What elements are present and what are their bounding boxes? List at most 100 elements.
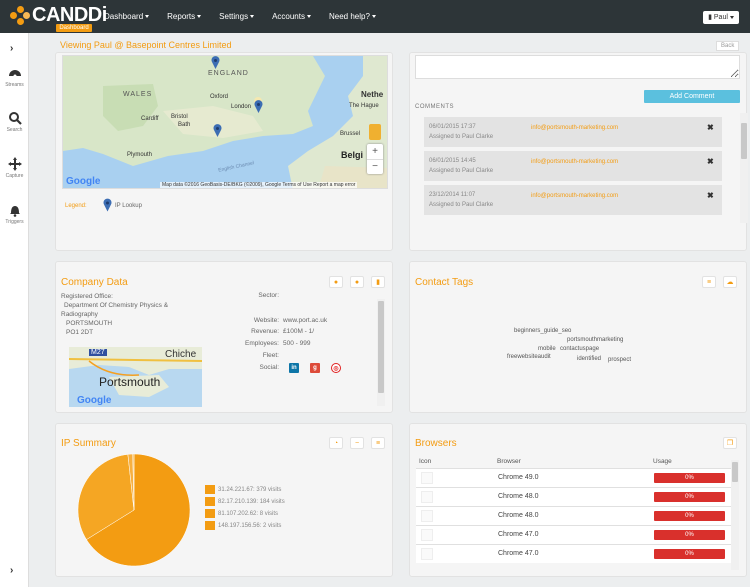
browser-icon (421, 510, 433, 522)
add-comment-button[interactable]: Add Comment (644, 90, 740, 103)
map-label: Plymouth (127, 152, 153, 158)
company-scrollbar[interactable] (377, 299, 385, 406)
bell-icon (8, 203, 22, 217)
pie-chart-icon[interactable]: ◔ (329, 437, 343, 449)
tag-item[interactable]: freewebsiteaudit (507, 354, 551, 360)
chevron-down-icon (371, 15, 376, 19)
ip-summary-title: IP Summary (61, 438, 116, 449)
legend-label: Legend: (65, 203, 87, 209)
employees-value: 500 - 999 (283, 340, 311, 347)
list-icon[interactable]: ≡ (702, 276, 716, 288)
comment-email[interactable]: info@portsmouth-marketing.com (531, 125, 618, 131)
user-menu-button[interactable]: ▮ Paul (703, 11, 739, 24)
browsers-scrollbar[interactable] (731, 460, 739, 570)
zoom-out-button[interactable]: − (367, 159, 383, 174)
google-logo: Google (66, 176, 101, 187)
close-icon[interactable]: ✖ (707, 123, 714, 132)
usage-bar: 0% (654, 492, 725, 502)
scrollbar-thumb[interactable] (741, 123, 747, 159)
chevron-down-icon (306, 15, 311, 19)
bookmark-icon[interactable]: ▮ (371, 276, 385, 288)
expand-bottom-icon[interactable]: › (10, 565, 13, 576)
map-label: The Hague (349, 103, 379, 109)
comments-scrollbar[interactable] (740, 113, 748, 223)
map-marker-icon[interactable] (254, 100, 263, 118)
contact-icon[interactable]: ● (329, 276, 343, 288)
tag-item[interactable]: portsmouthmarketing (567, 337, 623, 343)
map-marker-icon[interactable] (211, 56, 220, 74)
nav-accounts[interactable]: Accounts (272, 12, 311, 21)
table-row: Chrome 48.0 0% (416, 487, 739, 506)
logo-dots-icon (10, 6, 30, 26)
tag-item[interactable]: mobile (538, 346, 556, 352)
comment-input[interactable] (415, 55, 740, 79)
map-label: London (231, 104, 252, 110)
ip-legend-item: 148.197.156.56: 2 visits (205, 521, 281, 530)
nav-dashboard[interactable]: Dashboard (104, 12, 150, 21)
address-line: Department Of Chemistry Physics & (64, 302, 169, 309)
google-plus-icon[interactable]: g (310, 363, 320, 373)
crosshair-icon (7, 157, 22, 171)
close-icon[interactable]: ✖ (707, 157, 714, 166)
cloud-icon[interactable]: ☁ (723, 276, 737, 288)
tag-item[interactable]: contactuspage (560, 346, 599, 352)
list-icon[interactable]: ≡ (371, 437, 385, 449)
back-button[interactable]: Back (716, 41, 740, 51)
usage-bar: 0% (654, 549, 725, 559)
tag-item[interactable]: beginners_guide_seo (514, 328, 571, 334)
tag-item[interactable]: prospect (608, 357, 631, 363)
expand-sidebar-icon[interactable]: › (10, 43, 13, 54)
minus-icon[interactable]: − (350, 437, 364, 449)
map-label: Chiche (165, 349, 197, 360)
legend-swatch (205, 497, 215, 506)
candi-logo[interactable]: CANDDi Dashboard (8, 3, 107, 32)
website-value[interactable]: www.port.ac.uk (283, 317, 327, 324)
ip-location-map[interactable]: ENGLAND WALES Nethe London Oxford Cardif… (62, 55, 388, 189)
map-label: WALES (123, 91, 153, 98)
registered-office-label: Registered Office: (61, 293, 113, 300)
map-marker-icon[interactable] (213, 124, 222, 142)
nav-reports[interactable]: Reports (167, 12, 202, 21)
chevron-down-icon (197, 15, 202, 19)
target-icon[interactable]: ◎ (331, 363, 341, 373)
tag-item[interactable]: identified (577, 356, 601, 362)
map-attribution[interactable]: Map data ©2016 GeoBasis-DE/BKG (©2009), … (160, 182, 358, 188)
comment-date: 06/01/2015 17:37 (429, 124, 476, 130)
scrollbar-thumb[interactable] (378, 301, 384, 393)
close-icon[interactable]: ✖ (707, 191, 714, 200)
scrollbar-thumb[interactable] (732, 462, 738, 482)
street-view-icon[interactable] (369, 124, 381, 140)
logo-subtitle: Dashboard (56, 24, 92, 32)
ip-legend-item: 81.107.202.62: 8 visits (205, 509, 278, 518)
map-label: Cardiff (141, 116, 159, 122)
chevron-down-icon (145, 15, 150, 19)
sidebar-item-triggers[interactable]: Triggers (0, 203, 29, 225)
field-label: Fleet: (262, 352, 279, 359)
sidebar: › Streams Search Capture Triggers › (0, 33, 29, 587)
sidebar-item-capture[interactable]: Capture (0, 157, 29, 179)
sidebar-item-streams[interactable]: Streams (0, 66, 29, 88)
zoom-in-button[interactable]: + (367, 144, 383, 159)
map-label: M27 (89, 349, 107, 356)
page-title: Viewing Paul @ Basepoint Centres Limited (60, 40, 232, 50)
table-row: Chrome 47.0 0% (416, 525, 739, 544)
browser-icon (421, 529, 433, 541)
browser-icon (421, 491, 433, 503)
comment-email[interactable]: info@portsmouth-marketing.com (531, 159, 618, 165)
sidebar-item-label: Triggers (5, 219, 24, 225)
comment-assigned: Assigned to Paul Clarke (429, 202, 494, 208)
address-line: PO1 2DT (66, 329, 94, 336)
copy-icon[interactable]: ❐ (723, 437, 737, 449)
browser-name: Chrome 47.0 (498, 550, 539, 557)
nav-settings[interactable]: Settings (219, 12, 255, 21)
company-location-map[interactable]: M27 Chiche Portsmouth Google (69, 347, 202, 407)
comment-item: 06/01/2015 14:45 Assigned to Paul Clarke… (424, 151, 722, 181)
usage-bar: 0% (654, 473, 725, 483)
linkedin-icon[interactable]: in (289, 363, 299, 373)
comment-email[interactable]: info@portsmouth-marketing.com (531, 193, 618, 199)
column-header: Usage (653, 458, 672, 465)
browser-name: Chrome 49.0 (498, 474, 539, 481)
group-icon[interactable]: ● (350, 276, 364, 288)
nav-help[interactable]: Need help? (329, 12, 376, 21)
sidebar-item-search[interactable]: Search (0, 111, 29, 133)
